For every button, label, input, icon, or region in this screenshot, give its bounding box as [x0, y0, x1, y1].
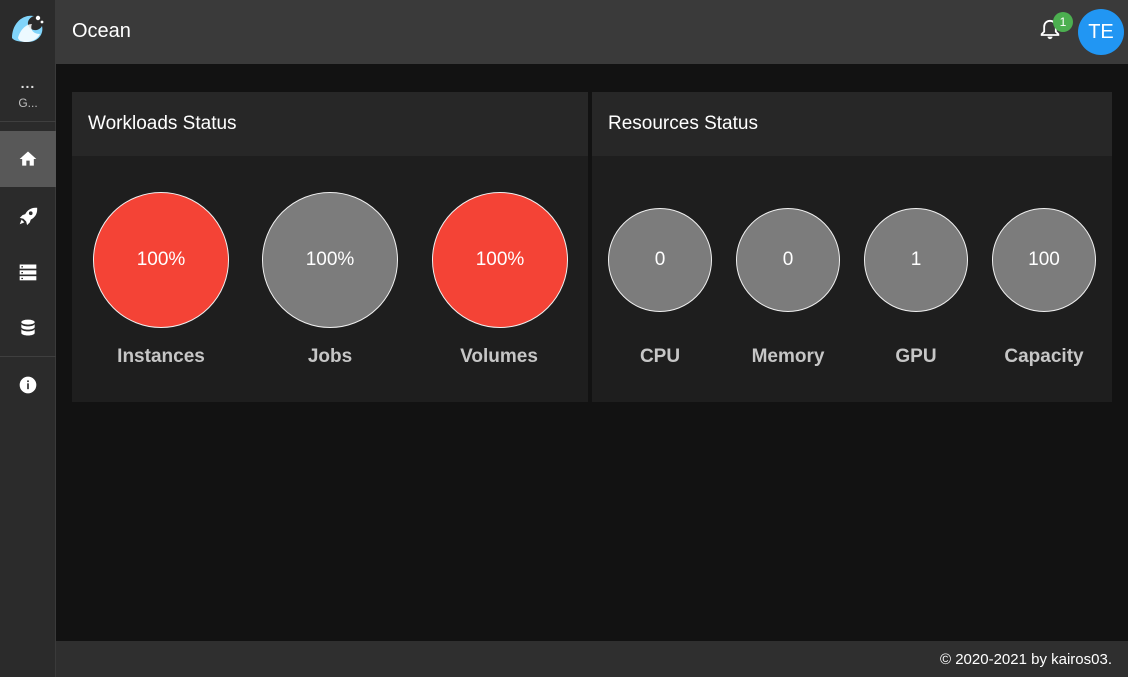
footer: © 2020-2021 by kairos03.	[56, 641, 1128, 677]
workspace-dots: ...	[20, 75, 36, 91]
sidebar-item-info[interactable]	[0, 357, 56, 413]
workloads-status-card: Workloads Status 100% Instances 100% Job…	[72, 92, 588, 402]
instances-status-circle[interactable]: 100%	[93, 192, 229, 328]
memory-label: Memory	[751, 346, 825, 367]
resources-status-title: Resources Status	[592, 92, 1112, 156]
sidebar-item-home[interactable]	[0, 131, 56, 187]
capacity-status-circle[interactable]: 100	[992, 208, 1096, 312]
ocean-logo-icon[interactable]	[8, 8, 48, 48]
volumes-label: Volumes	[460, 346, 538, 367]
app-title: Ocean	[72, 20, 131, 42]
sidebar-item-servers[interactable]	[0, 244, 56, 300]
sidebar: ... G...	[0, 0, 56, 677]
cpu-label: CPU	[639, 346, 681, 367]
user-avatar[interactable]: TE	[1078, 9, 1124, 55]
gpu-label: GPU	[895, 346, 937, 367]
volumes-status-circle[interactable]: 100%	[432, 192, 568, 328]
instances-label: Instances	[117, 346, 205, 367]
jobs-status-circle[interactable]: 100%	[262, 192, 398, 328]
server-icon	[19, 264, 37, 281]
capacity-label: Capacity	[1004, 346, 1084, 367]
workspace-name: G...	[18, 96, 38, 110]
top-app-bar: Ocean 1 TE	[56, 0, 1128, 64]
copyright-text: © 2020-2021 by kairos03.	[940, 651, 1112, 668]
sidebar-item-volumes[interactable]	[0, 300, 56, 356]
home-icon	[19, 151, 37, 166]
rocket-icon	[19, 207, 38, 226]
memory-status-circle[interactable]: 0	[736, 208, 840, 312]
workspace-selector[interactable]: ... G...	[0, 64, 56, 122]
cpu-status-circle[interactable]: 0	[608, 208, 712, 312]
info-icon	[19, 376, 37, 394]
resources-status-card: Resources Status 0 CPU 0 Memory 1 GPU 10…	[592, 92, 1112, 402]
workloads-status-title: Workloads Status	[72, 92, 588, 156]
jobs-label: Jobs	[307, 346, 353, 367]
notification-count-badge: 1	[1053, 12, 1073, 32]
database-icon	[21, 319, 35, 336]
sidebar-item-workloads[interactable]	[0, 188, 56, 244]
gpu-status-circle[interactable]: 1	[864, 208, 968, 312]
